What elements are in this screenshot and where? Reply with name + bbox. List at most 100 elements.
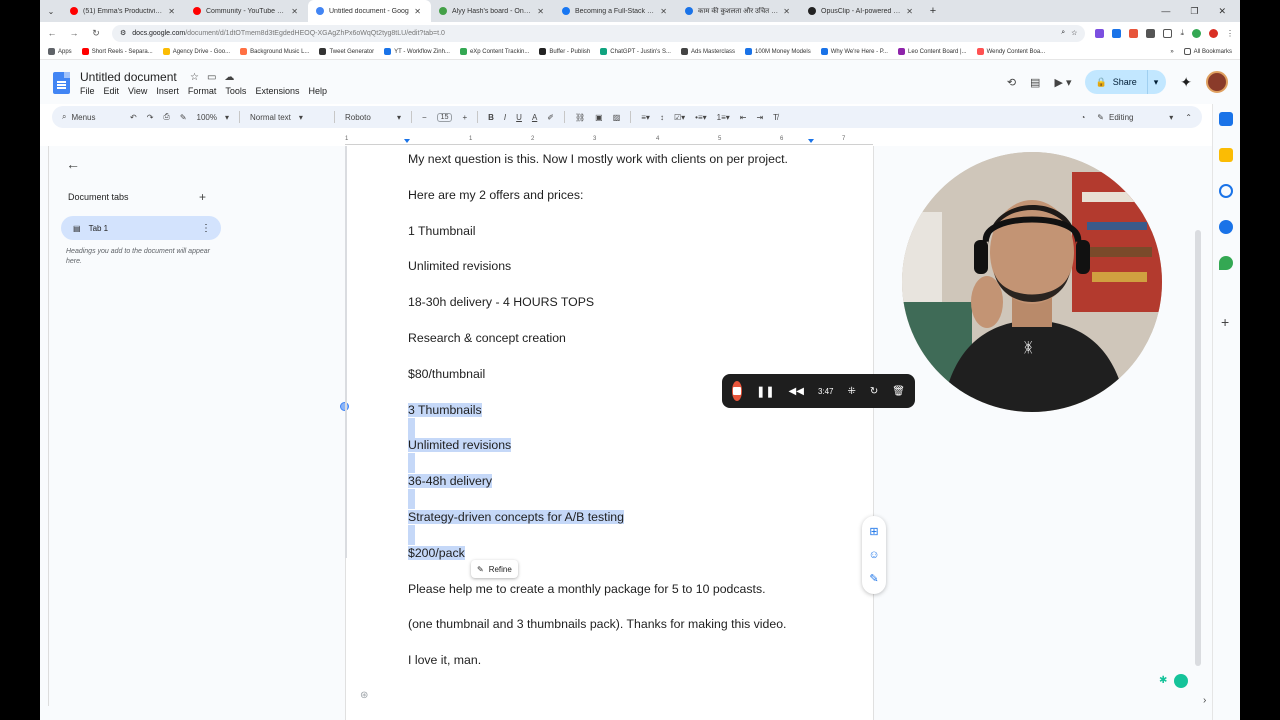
contacts-icon[interactable] <box>1219 220 1233 234</box>
checklist-icon[interactable]: ☑▾ <box>674 113 685 122</box>
add-comment-icon[interactable]: ⊞ <box>869 525 878 538</box>
add-addon-icon[interactable]: + <box>1221 314 1229 330</box>
add-tab-icon[interactable]: + <box>199 190 206 204</box>
bold-icon[interactable]: B <box>488 113 494 122</box>
zoom-dropdown[interactable]: 100% ▾ <box>197 113 229 122</box>
document-paragraph[interactable]: 3 Thumbnails <box>408 402 482 418</box>
reload-icon[interactable]: ↻ <box>90 28 102 39</box>
suggest-edit-icon[interactable]: ✎ <box>869 572 878 585</box>
document-paragraph[interactable]: 18-30h delivery - 4 HOURS TOPS <box>408 294 594 310</box>
move-folder-icon[interactable]: ▭ <box>207 72 216 83</box>
close-outline-icon[interactable]: ← <box>66 156 80 172</box>
document-paragraph[interactable]: Unlimited revisions <box>408 258 511 274</box>
paint-format-icon[interactable]: ✎ <box>180 113 187 122</box>
document-paragraph[interactable]: Unlimited revisions <box>408 437 512 453</box>
minimize-icon[interactable]: — <box>1161 6 1170 17</box>
avatar[interactable] <box>1206 71 1228 93</box>
menu-tools[interactable]: Tools <box>225 86 246 96</box>
extension-icon[interactable] <box>1112 28 1122 38</box>
bookmark-item[interactable]: eXp Content Trackin... <box>459 48 529 55</box>
keep-icon[interactable] <box>1219 148 1233 162</box>
numbered-list-icon[interactable]: 1≡▾ <box>717 113 730 122</box>
scrollbar[interactable] <box>1195 230 1201 666</box>
bookmark-item[interactable]: YT - Workflow Zinh... <box>384 48 450 55</box>
bookmark-item[interactable]: 100M Money Models <box>745 48 811 55</box>
extension-icon[interactable] <box>1095 28 1105 38</box>
bookmark-star-icon[interactable]: ☆ <box>1071 29 1077 37</box>
right-indent-marker[interactable] <box>808 139 814 143</box>
maps-icon[interactable] <box>1219 256 1233 270</box>
tasks-icon[interactable] <box>1219 184 1233 198</box>
increase-indent-icon[interactable]: ⇥ <box>756 113 763 122</box>
stop-recording-icon[interactable] <box>732 381 743 401</box>
browser-tab[interactable]: Alyy Hash's board - Onlinebo ✕ <box>431 0 554 22</box>
webcam-bubble[interactable]: ᛤ <box>902 152 1162 412</box>
add-comment-icon[interactable]: ▣ <box>595 113 603 122</box>
close-window-icon[interactable]: ✕ <box>1218 6 1226 17</box>
document-tab-1[interactable]: ▤ Tab 1 ⋮ <box>61 216 221 240</box>
document-paragraph[interactable]: My next question is this. Now I mostly w… <box>408 151 788 167</box>
document-paragraph[interactable]: Please help me to create a monthly packa… <box>408 581 766 597</box>
lightbulb-icon[interactable]: ✱ <box>1159 675 1167 686</box>
more-bookmarks-icon[interactable]: » <box>1170 49 1173 55</box>
share-button[interactable]: 🔒 Share ▾ <box>1085 70 1167 94</box>
emoji-reaction-icon[interactable]: ☺ <box>868 549 879 561</box>
new-tab-button[interactable]: + <box>923 5 943 17</box>
comments-icon[interactable]: ▤ <box>1030 76 1040 89</box>
link-icon[interactable]: ⛓ <box>575 113 585 122</box>
bookmark-item[interactable]: Background Music L... <box>240 48 309 55</box>
menu-file[interactable]: File <box>80 86 95 96</box>
profile-icon[interactable] <box>1209 28 1218 38</box>
undo-icon[interactable]: ↶ <box>130 113 137 122</box>
text-color-icon[interactable]: A <box>532 113 537 122</box>
profile-icon[interactable] <box>1192 28 1201 38</box>
document-page[interactable]: My next question is this. Now I mostly w… <box>345 146 874 720</box>
document-paragraph[interactable]: Strategy-driven concepts for A/B testing <box>408 509 624 525</box>
document-paragraph[interactable]: 36-48h delivery <box>408 473 493 489</box>
restore-icon[interactable]: ❐ <box>1190 6 1198 17</box>
tab-close-icon[interactable]: ✕ <box>291 7 298 16</box>
tab-options-icon[interactable]: ⋮ <box>201 223 211 234</box>
extension-icon[interactable] <box>1129 28 1139 38</box>
refine-button[interactable]: ✎ Refine <box>471 560 518 578</box>
decrease-font-icon[interactable]: − <box>422 113 427 122</box>
menu-help[interactable]: Help <box>308 86 327 96</box>
collapse-menus-icon[interactable]: ⌃ <box>1185 113 1192 122</box>
browser-tab[interactable]: Becoming a Full-Stack Facebo ✕ <box>554 0 677 22</box>
download-icon[interactable]: ⤓ <box>1180 28 1184 38</box>
document-paragraph[interactable]: 1 Thumbnail <box>408 223 475 239</box>
menu-edit[interactable]: Edit <box>104 86 120 96</box>
calendar-icon[interactable] <box>1219 112 1233 126</box>
menu-format[interactable]: Format <box>188 86 217 96</box>
zoom-icon[interactable]: ⌕ <box>1061 29 1065 37</box>
document-paragraph[interactable]: I love it, man. <box>408 652 481 668</box>
browser-tab[interactable]: काम की कुशलता और उचित मूल्य ✕ <box>677 0 800 22</box>
browser-tab[interactable]: OpusClip - AI-powered Video ✕ <box>800 0 923 22</box>
tab-search-icon[interactable]: ⌄ <box>40 7 62 16</box>
bookmark-item[interactable]: Tweet Generator <box>319 48 374 55</box>
menu-view[interactable]: View <box>128 86 147 96</box>
clear-formatting-icon[interactable]: T̸ <box>773 113 778 122</box>
print-icon[interactable]: ⎙ <box>163 112 169 122</box>
bookmark-item[interactable]: Ads Masterclass <box>680 48 735 55</box>
gemini-icon[interactable]: ✦ <box>1180 74 1192 91</box>
document-title[interactable]: Untitled document <box>80 70 177 84</box>
url-bar[interactable]: ⚙ docs.google.com/document/d/1dtOTmem8d3… <box>112 24 1086 42</box>
bookmark-item[interactable]: Why We're Here - P... <box>820 48 888 55</box>
font-dropdown[interactable]: Roboto ▾ <box>345 113 401 122</box>
underline-icon[interactable]: U <box>516 113 522 122</box>
document-paragraph[interactable]: $80/thumbnail <box>408 366 485 382</box>
trash-icon[interactable]: 🗑 <box>892 386 905 397</box>
extension-icon[interactable] <box>1146 28 1156 38</box>
document-paragraph[interactable]: $200/pack <box>408 545 465 561</box>
increase-font-icon[interactable]: + <box>462 113 467 122</box>
docs-logo-icon[interactable] <box>53 72 70 94</box>
rewind-icon[interactable]: ◀◀ <box>789 386 804 397</box>
tab-close-icon[interactable]: ✕ <box>537 7 544 16</box>
redo-icon[interactable]: ↷ <box>147 113 154 122</box>
tab-close-icon[interactable]: ✕ <box>660 7 667 16</box>
menu-insert[interactable]: Insert <box>156 86 179 96</box>
tab-close-icon[interactable]: ✕ <box>783 7 790 16</box>
document-paragraph[interactable]: (one thumbnail and 3 thumbnails pack). T… <box>408 616 786 632</box>
editing-mode-dropdown[interactable]: ✎ Editing ▾ <box>1097 113 1173 122</box>
